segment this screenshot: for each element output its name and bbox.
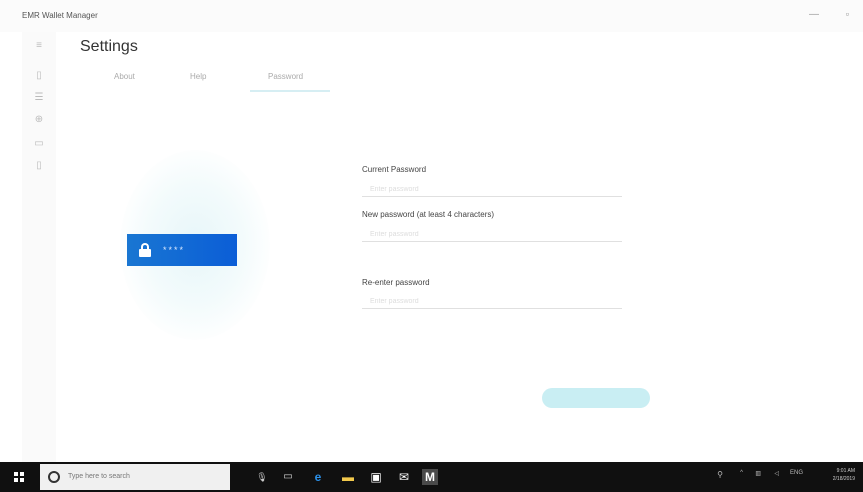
mail-icon[interactable]: ✉ — [396, 469, 412, 485]
title-bar: EMR Wallet Manager — ▫ — [0, 0, 863, 32]
wallet-app-icon[interactable]: M — [422, 469, 438, 485]
maximize-button[interactable]: ▫ — [846, 9, 849, 19]
cortana-icon — [48, 471, 60, 483]
tab-about[interactable]: About — [114, 72, 135, 81]
device-icon[interactable]: ▭ — [32, 138, 46, 149]
windows-start-icon[interactable] — [14, 472, 24, 482]
app-title: EMR Wallet Manager — [22, 11, 98, 20]
store-icon[interactable]: ▣ — [368, 469, 384, 485]
lock-icon — [139, 243, 151, 257]
network-icon[interactable]: ▥ — [755, 470, 761, 477]
language-indicator[interactable]: ENG — [790, 470, 803, 476]
tab-password[interactable]: Password — [268, 72, 303, 81]
reenter-password-field[interactable] — [362, 295, 622, 309]
person-icon[interactable]: ⚲ — [717, 470, 723, 479]
password-illustration: **** — [127, 234, 237, 266]
list-icon[interactable]: ☰ — [32, 92, 46, 103]
hamburger-menu-icon[interactable]: ≡ — [32, 40, 46, 51]
document-icon[interactable]: ▯ — [32, 160, 46, 171]
taskbar-search-box[interactable]: Type here to search — [40, 464, 230, 490]
submit-button[interactable] — [542, 388, 650, 408]
active-tab-indicator — [250, 90, 330, 92]
clock-time: 9:01 AM — [836, 468, 855, 474]
search-placeholder: Type here to search — [68, 473, 130, 480]
file-explorer-icon[interactable]: ▬ — [340, 469, 356, 485]
tab-help[interactable]: Help — [190, 72, 206, 81]
wallet-icon[interactable]: ▯ — [32, 70, 46, 81]
new-password-label: New password (at least 4 characters) — [362, 210, 495, 219]
page-title: Settings — [80, 38, 138, 55]
current-password-label: Current Password — [362, 165, 427, 174]
new-password-field[interactable] — [362, 228, 622, 242]
reenter-password-label: Re-enter password — [362, 278, 430, 287]
tray-chevron-icon[interactable]: ^ — [740, 470, 743, 476]
edge-browser-icon[interactable]: e — [310, 469, 326, 485]
minimize-button[interactable]: — — [809, 9, 819, 20]
plus-icon[interactable]: ⊕ — [32, 114, 46, 125]
taskbar: Type here to search 🎙 ▭ e ▬ ▣ ✉ M ⚲ ^ ▥ … — [0, 462, 863, 492]
nav-rail: ≡ ▯ ☰ ⊕ ▭ ▯ — [22, 32, 56, 462]
volume-icon[interactable]: ◁ — [774, 470, 779, 477]
current-password-field[interactable] — [362, 183, 622, 197]
microphone-icon[interactable]: 🎙 — [254, 469, 270, 485]
clock[interactable]: 9:01 AM 2/18/2019 — [833, 467, 855, 483]
masked-password-text: **** — [163, 245, 186, 255]
task-view-icon[interactable]: ▭ — [280, 469, 296, 485]
clock-date: 2/18/2019 — [832, 476, 855, 482]
